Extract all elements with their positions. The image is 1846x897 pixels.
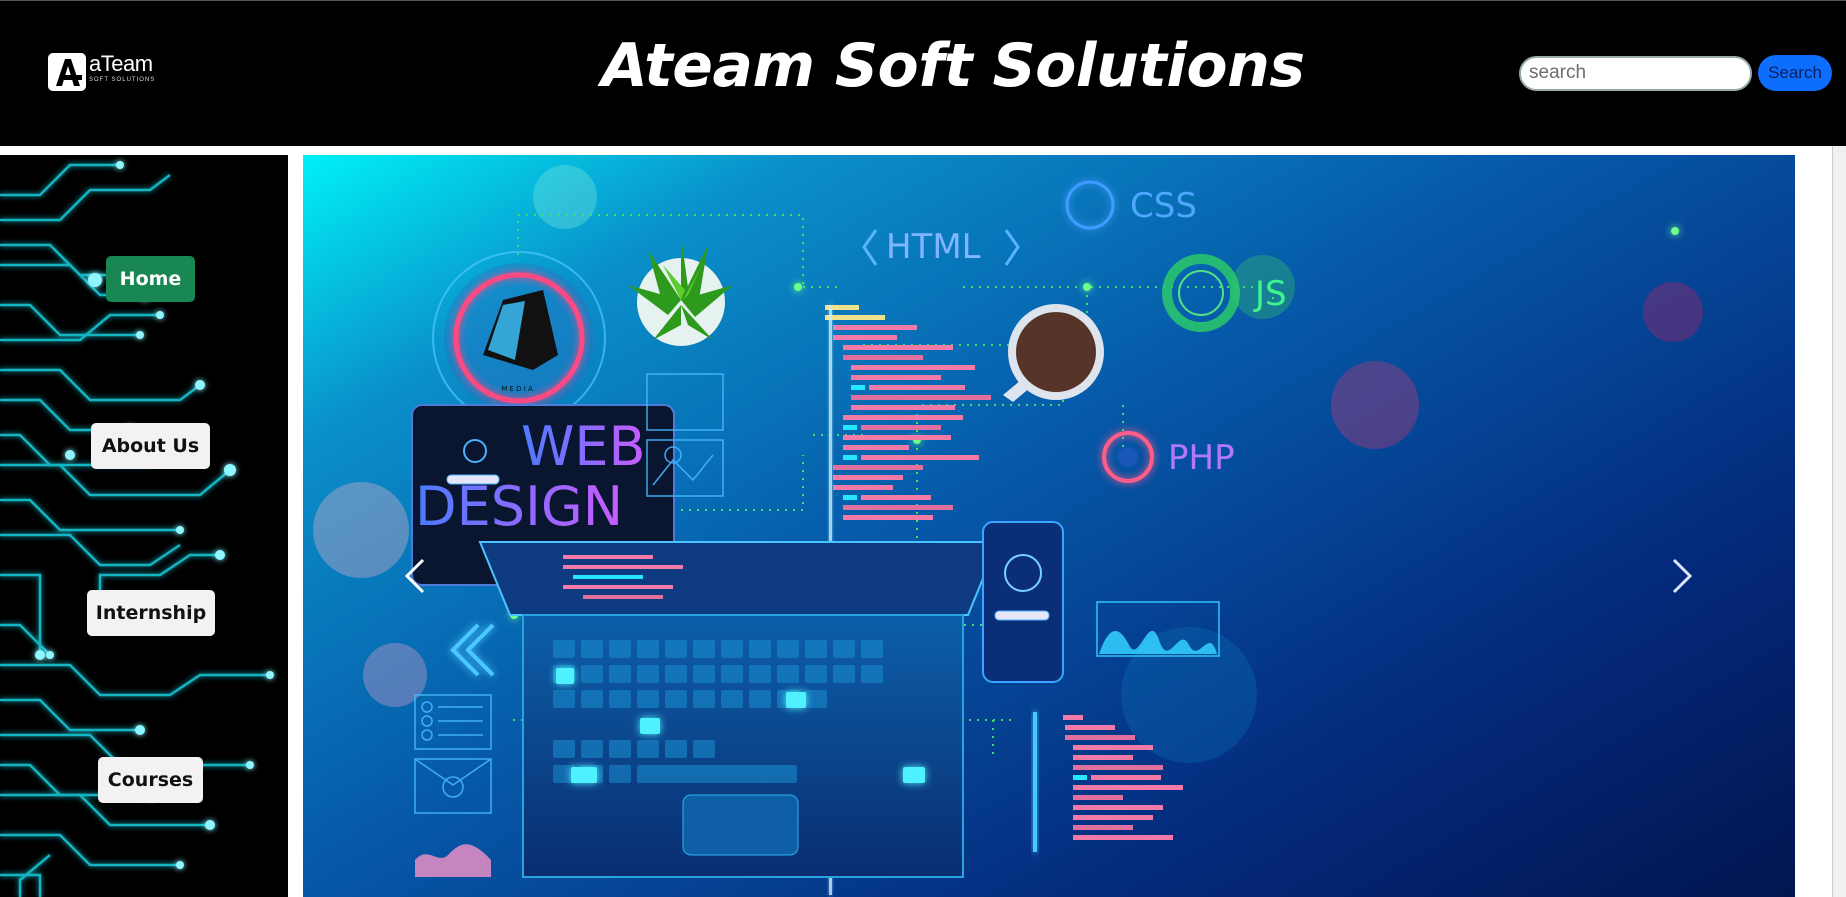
chevron-left-icon <box>404 558 425 594</box>
js-label: JS <box>1253 274 1287 314</box>
css-label: CSS <box>1130 186 1197 226</box>
carousel-slide-image: M E D I A WEB DESIGN HTML CSS JS PHP <box>313 165 1703 895</box>
page-scrollbar[interactable] <box>1832 146 1846 897</box>
design-text: DESIGN <box>415 475 623 538</box>
media-label: M E D I A <box>501 385 533 393</box>
hero-carousel: M E D I A WEB DESIGN HTML CSS JS PHP <box>303 155 1795 897</box>
html-label: HTML <box>886 227 981 267</box>
php-label: PHP <box>1168 438 1235 478</box>
sidebar-item-courses[interactable]: Courses <box>98 757 203 803</box>
site-header: aTeam SOFT SOLUTIONS Ateam Soft Solution… <box>0 0 1846 146</box>
search-button[interactable]: Search <box>1758 55 1832 91</box>
carousel-next-button[interactable] <box>1662 546 1702 606</box>
sidebar-item-home[interactable]: Home <box>106 256 195 302</box>
search-form: Search <box>1519 55 1832 91</box>
sidebar-item-about-us[interactable]: About Us <box>91 423 210 469</box>
web-text: WEB <box>521 415 646 478</box>
carousel-prev-button[interactable] <box>395 546 435 606</box>
sidebar-item-internship[interactable]: Internship <box>87 590 215 636</box>
chevron-right-icon <box>1672 558 1693 594</box>
search-button-label: Search <box>1768 63 1822 82</box>
sidebar: Home About Us Internship Courses <box>0 155 288 897</box>
search-input[interactable] <box>1519 55 1752 91</box>
